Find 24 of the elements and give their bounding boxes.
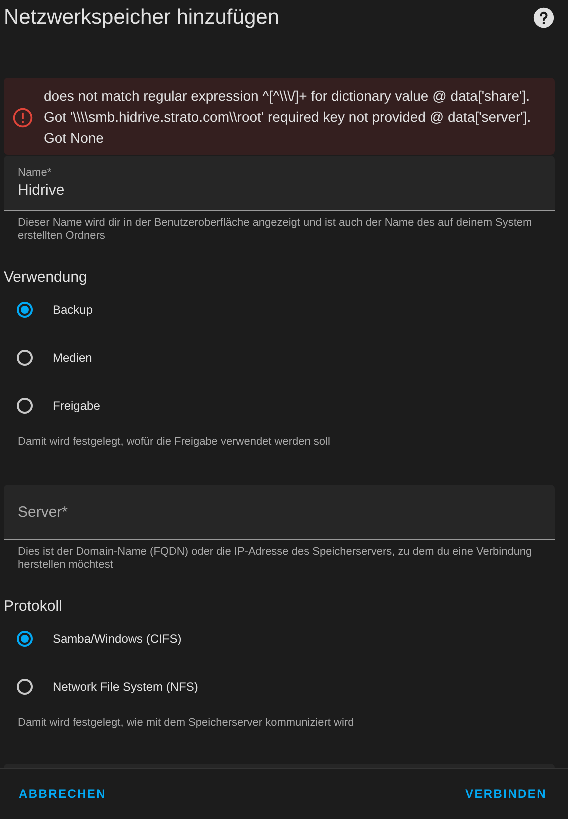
name-field[interactable]: Name* Hidrive: [4, 156, 555, 211]
radio-label[interactable]: Medien: [53, 351, 92, 365]
radio-button[interactable]: [17, 679, 33, 695]
radio-button[interactable]: [17, 398, 33, 414]
radio-label[interactable]: Freigabe: [53, 399, 100, 413]
dialog-title: Netzwerkspeicher hinzufügen: [4, 6, 280, 30]
helper-text: Damit wird festgelegt, wie mit dem Speicherserver kommuniziert wird: [17, 717, 356, 730]
error-message: does not match regular expression ^[^\\\/]+ for dictionary value @ data['share']. Got '\\\\smb.hidrive.strato.com\\root' required key not provided @ data['server']. Got None: [44, 87, 532, 148]
radio-button[interactable]: [17, 631, 33, 647]
help-icon[interactable]: [533, 7, 555, 29]
helper-text: Dieser Name wird dir in der Benutzeroberfläche angezeigt und ist auch der Name des auf deinem System erstellten Ordners: [17, 217, 534, 243]
connect-button[interactable]: VERBINDEN: [466, 781, 547, 807]
section-heading: Protokoll: [4, 598, 64, 615]
radio-button[interactable]: [17, 302, 33, 318]
error-icon: [12, 106, 34, 128]
section-heading: Verwendung: [4, 269, 88, 286]
helper-text: Damit wird festgelegt, wofür die Freigabe verwendet werden soll: [17, 436, 332, 449]
cancel-button[interactable]: ABBRECHEN: [19, 781, 106, 807]
radio-label[interactable]: Network File System (NFS): [53, 680, 198, 694]
helper-text: Dies ist der Domain-Name (FQDN) oder die IP-Adresse des Speicherservers, zu dem du eine Verbindung herstellen möchtest: [17, 546, 534, 572]
radio-label[interactable]: Backup: [53, 303, 94, 317]
radio-button[interactable]: [17, 350, 33, 366]
radio-label[interactable]: Samba/Windows (CIFS): [53, 632, 182, 646]
server-field[interactable]: Server*: [4, 485, 555, 540]
